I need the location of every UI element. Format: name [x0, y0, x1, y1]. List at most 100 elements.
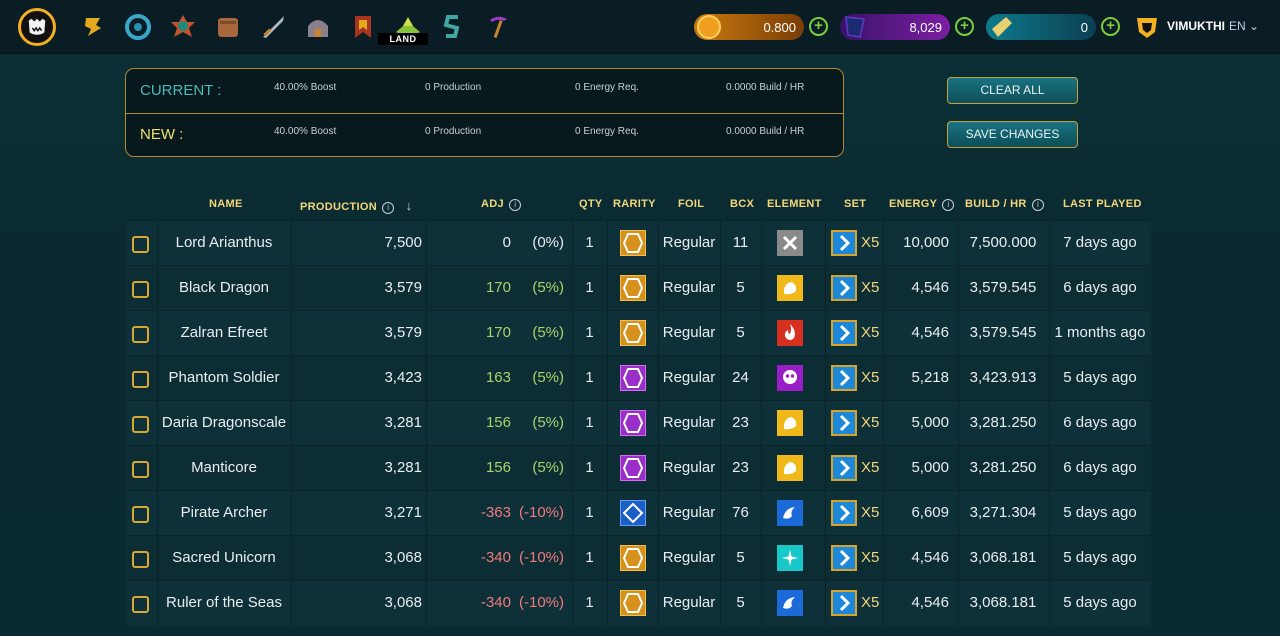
- card-adj-value: 156: [485, 414, 511, 431]
- table-row[interactable]: Black Dragon 3,579 170 (5%) 1 Regular 5 …: [126, 265, 1151, 310]
- card-last-played: 6 days ago: [1063, 414, 1137, 431]
- castle-icon[interactable]: [295, 8, 340, 46]
- column-divider: [607, 266, 608, 310]
- card-adj-percent: (5%): [532, 414, 564, 431]
- card-set: X5: [861, 234, 880, 251]
- monster-logo-icon[interactable]: [18, 8, 56, 46]
- info-icon[interactable]: i: [382, 202, 395, 214]
- sword-icon[interactable]: [250, 8, 295, 46]
- table-row[interactable]: Manticore 3,281 156 (5%) 1 Regular 23 X5…: [126, 445, 1151, 490]
- scroll-icon[interactable]: [70, 8, 115, 46]
- row-select-checkbox[interactable]: [132, 551, 149, 568]
- card-foil: Regular: [662, 369, 716, 386]
- header-production[interactable]: PRODUCTION i ↓: [300, 198, 412, 214]
- row-select-checkbox[interactable]: [132, 416, 149, 433]
- card-foil: Regular: [662, 459, 716, 476]
- header-production-label: PRODUCTION: [300, 201, 377, 213]
- language-selector[interactable]: EN ⌄: [1229, 19, 1259, 33]
- row-select-checkbox[interactable]: [132, 326, 149, 343]
- add-dec-button[interactable]: +: [809, 17, 828, 36]
- column-divider: [761, 356, 762, 400]
- header-qty[interactable]: QTY: [579, 198, 603, 210]
- table-row[interactable]: Lord Arianthus 7,500 0 (0%) 1 Regular 11…: [126, 220, 1151, 265]
- card-qty: 1: [585, 369, 594, 386]
- card-bcx: 23: [732, 459, 749, 476]
- card-name[interactable]: Phantom Soldier: [157, 356, 291, 400]
- header-name-label: NAME: [209, 198, 243, 210]
- card-bcx: 5: [736, 324, 745, 341]
- header-rarity[interactable]: RARITY: [613, 198, 656, 210]
- card-foil: Regular: [662, 504, 716, 521]
- column-divider: [761, 221, 762, 265]
- card-name[interactable]: Zalran Efreet: [157, 311, 291, 355]
- card-production: 3,579: [384, 279, 422, 296]
- voucher-balance[interactable]: 0: [986, 14, 1096, 40]
- save-changes-button[interactable]: SAVE CHANGES: [947, 121, 1078, 148]
- header-element[interactable]: ELEMENT: [767, 198, 822, 210]
- header-element-label: ELEMENT: [767, 198, 822, 210]
- sps-icon[interactable]: [430, 8, 475, 46]
- clear-all-button[interactable]: CLEAR ALL: [947, 77, 1078, 104]
- swirl-icon[interactable]: [115, 8, 160, 46]
- info-icon[interactable]: i: [1032, 199, 1045, 211]
- column-divider: [825, 221, 826, 265]
- table-row[interactable]: Phantom Soldier 3,423 163 (5%) 1 Regular…: [126, 355, 1151, 400]
- card-name[interactable]: Manticore: [157, 446, 291, 490]
- sps-balance[interactable]: 8,029: [840, 14, 950, 40]
- table-row[interactable]: Ruler of the Seas 3,068 -340 (-10%) 1 Re…: [126, 580, 1151, 625]
- row-select-checkbox[interactable]: [132, 236, 149, 253]
- add-voucher-button[interactable]: +: [1101, 17, 1120, 36]
- pickaxe-icon[interactable]: [475, 8, 520, 46]
- table-row[interactable]: Zalran Efreet 3,579 170 (5%) 1 Regular 5…: [126, 310, 1151, 355]
- set-edition-icon: [831, 590, 857, 616]
- header-adj[interactable]: ADJ i: [481, 198, 522, 211]
- rarity-common-icon: [620, 230, 646, 256]
- header-set[interactable]: SET: [844, 198, 866, 210]
- table-row[interactable]: Daria Dragonscale 3,281 156 (5%) 1 Regul…: [126, 400, 1151, 445]
- table-row[interactable]: Sacred Unicorn 3,068 -340 (-10%) 1 Regul…: [126, 535, 1151, 580]
- sort-arrow-icon[interactable]: ↓: [406, 198, 413, 213]
- header-last-played[interactable]: LAST PLAYED: [1063, 198, 1142, 210]
- card-name[interactable]: Ruler of the Seas: [157, 581, 291, 625]
- current-production: 0 Production: [425, 82, 482, 93]
- dec-balance[interactable]: 0.800: [694, 14, 804, 40]
- card-last-played: 6 days ago: [1063, 459, 1137, 476]
- card-production: 3,271: [384, 504, 422, 521]
- element-earth-icon: [777, 410, 803, 436]
- card-set: X5: [861, 414, 880, 431]
- card-set: X5: [861, 369, 880, 386]
- card-name[interactable]: Lord Arianthus: [157, 221, 291, 265]
- row-select-checkbox[interactable]: [132, 596, 149, 613]
- header-bcx[interactable]: BCX: [730, 198, 754, 210]
- header-build[interactable]: BUILD / HR i: [965, 198, 1045, 211]
- row-select-checkbox[interactable]: [132, 506, 149, 523]
- column-divider: [761, 536, 762, 580]
- card-qty: 1: [585, 279, 594, 296]
- header-foil[interactable]: FOIL: [678, 198, 704, 210]
- header-name[interactable]: NAME: [209, 198, 243, 210]
- column-divider: [825, 491, 826, 535]
- card-name[interactable]: Sacred Unicorn: [157, 536, 291, 580]
- row-select-checkbox[interactable]: [132, 461, 149, 478]
- element-earth-icon: [777, 275, 803, 301]
- info-icon[interactable]: i: [942, 199, 955, 211]
- info-icon[interactable]: i: [509, 199, 522, 211]
- card-name[interactable]: Black Dragon: [157, 266, 291, 310]
- card-build: 3,423.913: [969, 369, 1037, 386]
- table-row[interactable]: Pirate Archer 3,271 -363 (-10%) 1 Regula…: [126, 490, 1151, 535]
- column-divider: [825, 356, 826, 400]
- card-name[interactable]: Daria Dragonscale: [157, 401, 291, 445]
- header-energy[interactable]: ENERGY i: [889, 198, 955, 211]
- card-name[interactable]: Pirate Archer: [157, 491, 291, 535]
- user-avatar-icon[interactable]: [1134, 14, 1160, 40]
- row-select-checkbox[interactable]: [132, 281, 149, 298]
- row-select-checkbox[interactable]: [132, 371, 149, 388]
- add-sps-button[interactable]: +: [955, 17, 974, 36]
- splinter-icon[interactable]: [160, 8, 205, 46]
- card-build: 7,500.000: [969, 234, 1037, 251]
- card-bcx: 23: [732, 414, 749, 431]
- username[interactable]: VIMUKTHI: [1167, 19, 1225, 33]
- chest-icon[interactable]: [205, 8, 250, 46]
- card-qty: 1: [585, 594, 594, 611]
- header-qty-label: QTY: [579, 198, 603, 210]
